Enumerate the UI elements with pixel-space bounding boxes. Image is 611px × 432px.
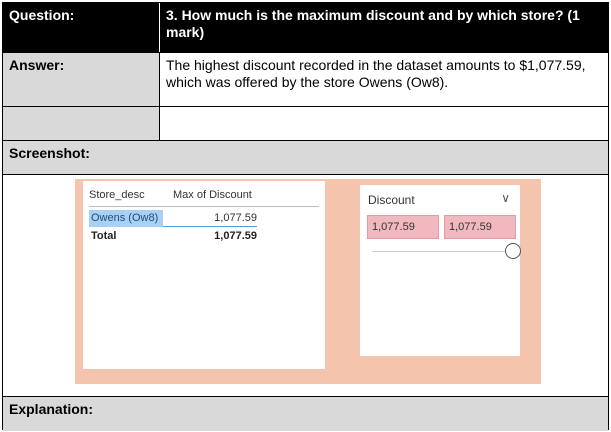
question-label: Question: bbox=[9, 7, 75, 23]
answer-row: Answer: The highest discount recorded in… bbox=[3, 53, 608, 107]
discount-slicer: Discount ∨ 1,077.59 1,077.59 bbox=[360, 185, 521, 356]
header-max-discount: Max of Discount bbox=[173, 189, 252, 201]
question-text: 3. How much is the maximum discount and … bbox=[159, 3, 610, 52]
slicer-title: Discount bbox=[368, 193, 415, 207]
max-discount-table: Store_desc Max of Discount Owens (Ow8) 1… bbox=[83, 181, 325, 369]
slicer-min-input[interactable]: 1,077.59 bbox=[367, 215, 439, 239]
slider-track[interactable] bbox=[372, 251, 512, 252]
store-cell: Owens (Ow8) bbox=[89, 210, 163, 227]
explanation-row: Explanation: bbox=[3, 397, 608, 431]
question-row: Question: 3. How much is the maximum dis… bbox=[3, 3, 608, 53]
qa-table: Question: 3. How much is the maximum dis… bbox=[2, 2, 609, 431]
explanation-label: Explanation: bbox=[9, 401, 94, 417]
total-label: Total bbox=[91, 230, 117, 242]
empty-value-cell bbox=[159, 107, 610, 140]
slider-handle[interactable] bbox=[505, 243, 521, 259]
total-value: 1,077.59 bbox=[214, 230, 257, 242]
answer-text: The highest discount recorded in the dat… bbox=[159, 53, 610, 106]
report-screenshot: Store_desc Max of Discount Owens (Ow8) 1… bbox=[75, 179, 541, 384]
total-row: Total 1,077.59 bbox=[89, 228, 257, 245]
header-store-desc: Store_desc bbox=[89, 189, 145, 201]
empty-row bbox=[3, 107, 608, 141]
table-row[interactable]: Owens (Ow8) 1,077.59 bbox=[89, 210, 257, 227]
table-header: Store_desc Max of Discount bbox=[89, 187, 319, 207]
chevron-down-icon[interactable]: ∨ bbox=[501, 191, 510, 205]
screenshot-row: Store_desc Max of Discount Owens (Ow8) 1… bbox=[3, 175, 608, 397]
screenshot-header-row: Screenshot: bbox=[3, 141, 608, 175]
discount-cell: 1,077.59 bbox=[214, 212, 257, 224]
screenshot-label: Screenshot: bbox=[9, 145, 90, 161]
slicer-max-input[interactable]: 1,077.59 bbox=[444, 215, 516, 239]
empty-label-cell bbox=[3, 107, 159, 140]
answer-label: Answer: bbox=[3, 53, 159, 106]
